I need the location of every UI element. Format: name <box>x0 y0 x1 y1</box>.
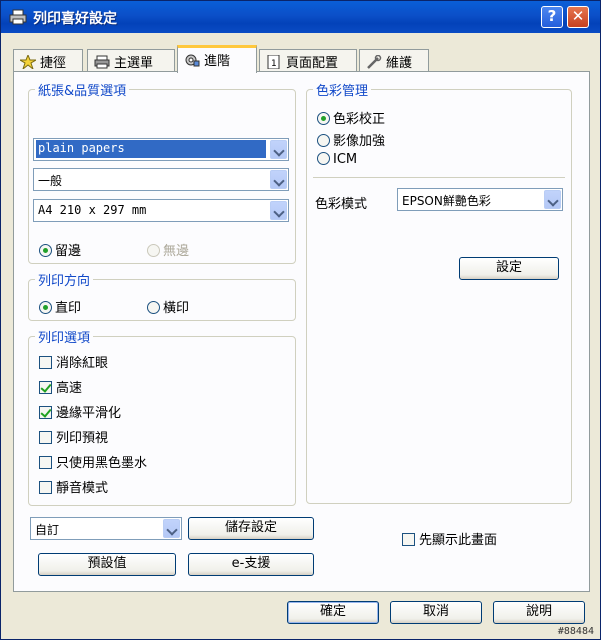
color-correction-radio[interactable]: 色彩校正 <box>317 108 385 127</box>
tab-page-layout[interactable]: 1 頁面配置 <box>259 49 357 72</box>
checkbox-box <box>39 431 52 444</box>
radio-indicator <box>317 152 330 165</box>
checkbox-box <box>39 381 52 394</box>
color-mode-value: EPSON鮮艷色彩 <box>402 194 491 208</box>
high-speed-checkbox[interactable]: 高速 <box>39 377 82 396</box>
radio-label: 色彩校正 <box>333 112 386 127</box>
print-options-group: 列印選項 消除紅眼 高速 邊緣平滑化 列印預視 只使用黑色墨水 靜音模式 <box>28 327 296 506</box>
help-icon[interactable]: ? <box>541 6 563 28</box>
radio-label: 影像加強 <box>333 134 386 149</box>
color-management-title: 色彩管理 <box>313 80 372 99</box>
star-icon <box>20 55 36 69</box>
tab-main[interactable]: 主選單 <box>87 49 175 72</box>
image-enhance-radio[interactable]: 影像加強 <box>317 130 385 149</box>
wrench-icon <box>367 55 382 69</box>
chevron-down-icon[interactable] <box>270 170 287 189</box>
black-ink-only-checkbox[interactable]: 只使用黑色墨水 <box>39 452 147 471</box>
red-eye-checkbox[interactable]: 消除紅眼 <box>39 352 108 371</box>
borderless-label: 無邊 <box>163 244 190 259</box>
quality-value: 一般 <box>38 174 63 188</box>
print-preview-checkbox[interactable]: 列印預視 <box>39 427 108 446</box>
tab-label: 主選單 <box>114 56 154 71</box>
paper-size-select[interactable]: A4 210 x 297 mm <box>33 199 289 222</box>
window-title: 列印喜好設定 <box>33 11 117 27</box>
checkbox-box <box>39 481 52 494</box>
margin-radio[interactable]: 留邊 <box>39 240 81 259</box>
gear-icon <box>185 54 200 67</box>
close-icon[interactable]: ✕ <box>567 6 589 28</box>
defaults-button[interactable]: 預設值 <box>38 553 176 576</box>
chevron-down-icon[interactable] <box>163 519 180 538</box>
cancel-button[interactable]: 取消 <box>390 601 482 624</box>
landscape-label: 橫印 <box>163 301 190 316</box>
tab-label: 維護 <box>386 56 413 71</box>
radio-indicator <box>147 244 160 257</box>
ok-button[interactable]: 確定 <box>287 601 379 624</box>
color-mode-select[interactable]: EPSON鮮艷色彩 <box>397 188 563 211</box>
checkbox-label: 只使用黑色墨水 <box>56 456 148 471</box>
tab-advanced[interactable]: 進階 <box>177 45 257 73</box>
edge-smoothing-checkbox[interactable]: 邊緣平滑化 <box>39 402 121 421</box>
margin-label: 留邊 <box>55 244 82 259</box>
checkbox-label: 邊緣平滑化 <box>56 406 122 421</box>
paper-quality-title: 紙張&品質選項 <box>35 80 130 99</box>
custom-settings-value: 自訂 <box>35 523 60 537</box>
radio-indicator <box>39 244 52 257</box>
media-type-select[interactable]: plain papers <box>33 138 289 161</box>
paper-size-value: A4 210 x 297 mm <box>38 203 147 217</box>
radio-indicator <box>317 112 330 125</box>
checkbox-box <box>39 456 52 469</box>
custom-settings-select[interactable]: 自訂 <box>30 517 182 540</box>
tab-label: 進階 <box>204 54 231 69</box>
color-mode-label: 色彩模式 <box>315 197 368 212</box>
checkbox-label: 高速 <box>56 381 83 396</box>
tab-label: 捷徑 <box>40 56 67 71</box>
icm-radio[interactable]: ICM <box>317 152 357 167</box>
checkbox-label: 消除紅眼 <box>56 356 109 371</box>
svg-text:1: 1 <box>271 59 277 69</box>
print-options-title: 列印選項 <box>35 327 94 346</box>
media-type-value: plain papers <box>36 140 266 158</box>
radio-indicator <box>317 134 330 147</box>
help-button[interactable]: 說明 <box>493 601 585 624</box>
watermark-text: #88484 <box>557 626 594 637</box>
checkbox-label: 先顯示此畫面 <box>419 533 498 548</box>
quiet-mode-checkbox[interactable]: 靜音模式 <box>39 477 108 496</box>
chevron-down-icon[interactable] <box>270 201 287 220</box>
orientation-title: 列印方向 <box>35 270 94 289</box>
printer-icon <box>9 9 27 25</box>
tab-maintenance[interactable]: 維護 <box>359 49 429 72</box>
tab-shortcuts[interactable]: 捷徑 <box>13 49 83 72</box>
chevron-down-icon[interactable] <box>270 140 287 159</box>
show-first-checkbox[interactable]: 先顯示此畫面 <box>402 529 497 548</box>
color-management-group: 色彩管理 色彩校正 影像加強 ICM 色彩模式 EPSON鮮艷色彩 設定 <box>306 80 572 504</box>
color-settings-button[interactable]: 設定 <box>459 257 559 280</box>
portrait-radio[interactable]: 直印 <box>39 297 81 316</box>
checkbox-label: 靜音模式 <box>56 481 109 496</box>
printer-icon <box>94 55 110 69</box>
checkbox-box <box>39 356 52 369</box>
radio-label: ICM <box>333 152 358 167</box>
divider <box>313 177 565 178</box>
checkbox-label: 列印預視 <box>56 431 109 446</box>
borderless-radio: 無邊 <box>147 240 189 259</box>
orientation-group: 列印方向 直印 橫印 <box>28 270 296 321</box>
chevron-down-icon[interactable] <box>544 190 561 209</box>
title-bar: 列印喜好設定 ? ✕ <box>1 1 600 33</box>
landscape-radio[interactable]: 橫印 <box>147 297 189 316</box>
quality-select[interactable]: 一般 <box>33 168 289 191</box>
radio-indicator <box>39 301 52 314</box>
advanced-tab-page: 紙張&品質選項 plain papers 一般 A4 210 x 297 mm … <box>13 71 590 592</box>
e-support-button[interactable]: e-支援 <box>188 553 314 576</box>
portrait-label: 直印 <box>55 301 82 316</box>
save-settings-button[interactable]: 儲存設定 <box>188 517 314 540</box>
paper-quality-group: 紙張&品質選項 plain papers 一般 A4 210 x 297 mm … <box>28 80 296 264</box>
print-preferences-window: 列印喜好設定 ? ✕ 捷徑 主選單 進階 1 頁面配置 維護 紙張&品質選項 pl… <box>0 0 601 640</box>
tab-label: 頁面配置 <box>286 56 339 71</box>
radio-indicator <box>147 301 160 314</box>
checkbox-box <box>39 406 52 419</box>
checkbox-box <box>402 533 415 546</box>
page-icon: 1 <box>267 55 280 69</box>
